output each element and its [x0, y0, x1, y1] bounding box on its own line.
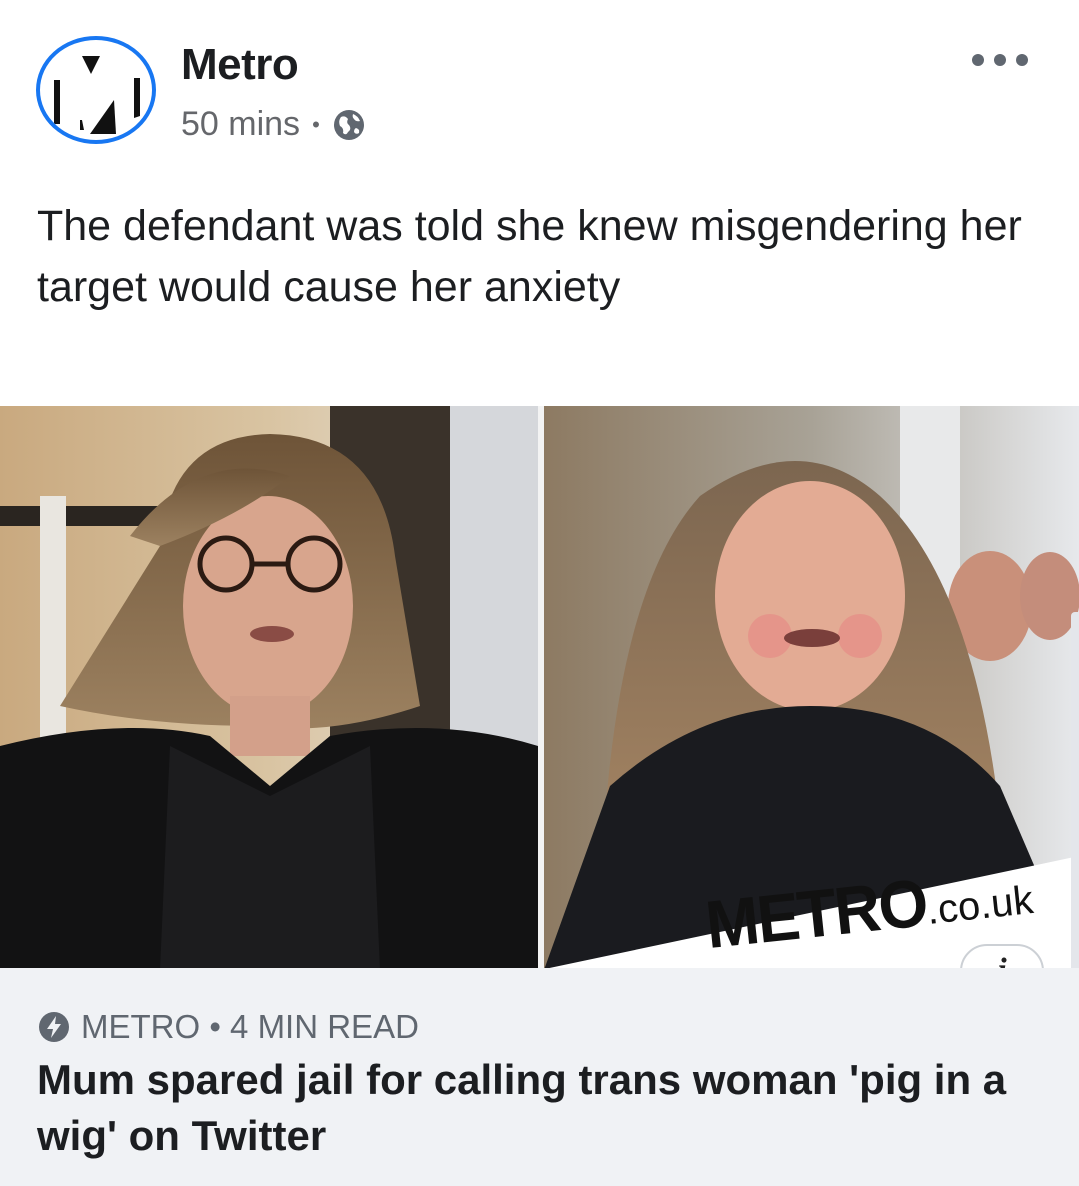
- watermark-domain: .co.uk: [924, 878, 1036, 933]
- metro-logo-icon: [54, 56, 140, 134]
- more-dot: [994, 54, 1006, 66]
- post-time[interactable]: 50 mins: [181, 105, 300, 144]
- link-source-text: METRO • 4 MIN READ: [81, 1008, 419, 1045]
- scrollbar[interactable]: [1071, 612, 1079, 1022]
- meta-separator: •: [312, 111, 320, 137]
- more-dot: [1016, 54, 1028, 66]
- more-dot: [972, 54, 984, 66]
- post-meta: 50 mins •: [181, 105, 366, 144]
- page-name[interactable]: Metro: [181, 40, 299, 90]
- link-source: METRO • 4 MIN READ: [37, 1008, 419, 1046]
- page-avatar[interactable]: [36, 36, 156, 144]
- globe-icon: [333, 109, 364, 140]
- more-options-button[interactable]: [972, 48, 1028, 72]
- post-caption: The defendant was told she knew misgende…: [37, 202, 1022, 311]
- link-headline[interactable]: Mum spared jail for calling trans woman …: [37, 1052, 1047, 1164]
- lightning-bolt-icon: [39, 1012, 69, 1042]
